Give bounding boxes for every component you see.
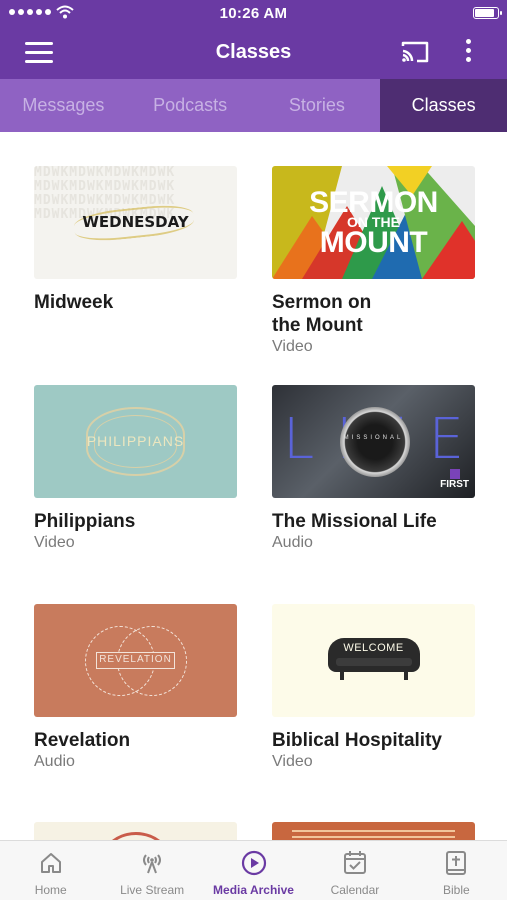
calendar-icon [341, 849, 369, 877]
class-thumbnail: WELCOME [272, 604, 475, 717]
class-thumbnail: PHILIPPIANS [34, 385, 237, 498]
class-title: Midweek [34, 292, 114, 313]
class-title: Philippians [34, 511, 136, 532]
battery-icon [473, 7, 502, 19]
class-title: The Missional Life [272, 511, 437, 532]
thumbnail-subtext: MISSIONAL [343, 435, 404, 441]
nav-calendar[interactable]: Calendar [304, 841, 405, 900]
nav-media-archive[interactable]: Media Archive [203, 841, 304, 900]
tab-classes[interactable]: Classes [380, 79, 507, 132]
nav-label: Live Stream [120, 883, 185, 897]
thumbnail-text: PHILIPPIANS [86, 433, 185, 449]
class-thumbnail: REVELATION [34, 604, 237, 717]
play-circle-icon [240, 849, 268, 877]
class-card-partial[interactable] [34, 822, 237, 840]
class-thumbnail: L I F E MISSIONAL FIRST [272, 385, 475, 498]
class-card-revelation[interactable]: REVELATION Revelation Audio [34, 604, 237, 771]
nav-bible[interactable]: Bible [406, 841, 507, 900]
nav-label: Home [34, 883, 67, 897]
bottom-navigation: Home Live Stream Media Archive Calendar … [0, 840, 507, 900]
class-media-type: Audio [34, 753, 75, 770]
class-title: Revelation [34, 730, 131, 751]
tab-stories[interactable]: Stories [254, 79, 381, 132]
class-card-partial[interactable] [272, 822, 475, 840]
class-card-biblical-hospitality[interactable]: WELCOME Biblical Hospitality Video [272, 604, 475, 771]
classes-grid: MDWKMDWKMDWKMDWK MDWKMDWKMDWKMDWK MDWKMDWK… [0, 132, 507, 840]
class-card-the-missional-life[interactable]: L I F E MISSIONAL FIRST The Missional Li… [272, 385, 475, 552]
nav-label: Bible [442, 883, 470, 897]
thumbnail-text: REVELATION [96, 652, 175, 669]
class-thumbnail [34, 822, 237, 840]
class-title: Biblical Hospitality [272, 730, 442, 751]
class-card-midweek[interactable]: MDWKMDWKMDWKMDWK MDWKMDWKMDWKMDWK MDWKMDWK… [34, 166, 237, 314]
class-thumbnail [272, 822, 475, 840]
class-media-type: Video [34, 534, 75, 551]
tab-messages[interactable]: Messages [0, 79, 127, 132]
broadcast-icon [138, 849, 166, 877]
class-thumbnail: SERMON ON THE MOUNT [272, 166, 475, 279]
nav-home[interactable]: Home [0, 841, 101, 900]
category-tabs: Messages Podcasts Stories Classes [0, 79, 507, 132]
bible-icon [442, 849, 470, 877]
app-header: Classes [0, 28, 507, 79]
more-options-icon[interactable] [462, 39, 474, 67]
class-card-philippians[interactable]: PHILIPPIANS Philippians Video [34, 385, 237, 552]
thumbnail-text-line-3: MOUNT [319, 226, 428, 259]
class-media-type: Video [272, 338, 313, 355]
class-media-type: Video [272, 753, 313, 770]
nav-label: Calendar [330, 883, 380, 897]
lens-graphic [340, 407, 410, 477]
class-thumbnail: MDWKMDWKMDWKMDWK MDWKMDWKMDWKMDWK MDWKMDWK… [34, 166, 237, 279]
church-logo: FIRST [440, 469, 469, 490]
class-media-type: Audio [272, 534, 313, 551]
status-bar: 10:26 AM [0, 0, 507, 28]
nav-live-stream[interactable]: Live Stream [101, 841, 202, 900]
thumbnail-text: WEDNESDAY [82, 213, 189, 231]
tab-podcasts[interactable]: Podcasts [127, 79, 254, 132]
class-card-sermon-on-the-mount[interactable]: SERMON ON THE MOUNT Sermon on the Mount … [272, 166, 475, 356]
home-icon [37, 849, 65, 877]
thumbnail-text: WELCOME [343, 642, 404, 654]
cast-icon[interactable] [400, 40, 430, 64]
page-title: Classes [215, 41, 292, 63]
nav-label: Media Archive [213, 883, 294, 897]
status-time: 10:26 AM [219, 5, 288, 22]
class-title: Sermon on the Mount [272, 292, 372, 336]
